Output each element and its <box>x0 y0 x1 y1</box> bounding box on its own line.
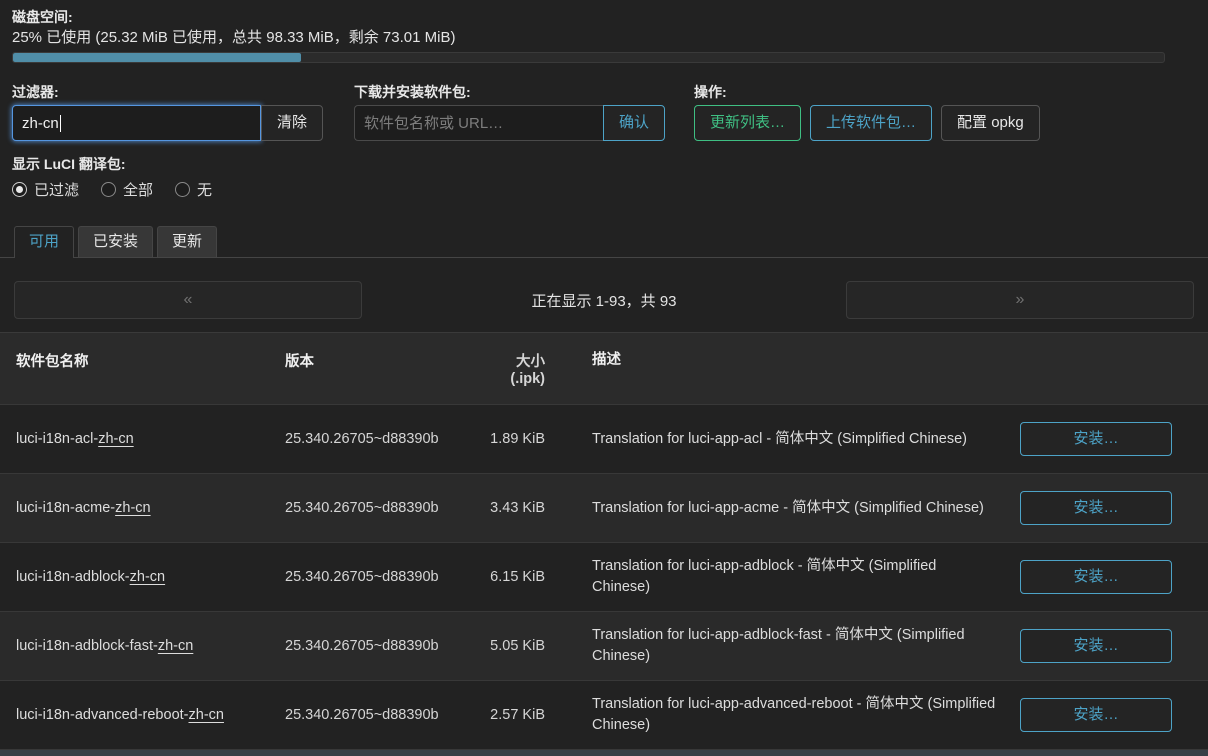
update-lists-button[interactable]: 更新列表… <box>694 105 801 141</box>
package-description: Translation for luci-app-adblock-fast - … <box>561 625 1020 667</box>
tab-available[interactable]: 可用 <box>14 226 74 258</box>
radio-none[interactable]: 无 <box>175 179 212 200</box>
next-page-button[interactable]: » <box>846 281 1194 319</box>
filter-match: zh-cn <box>98 431 133 447</box>
package-name: luci-i18n-adblock-fast-zh-cn <box>16 638 285 654</box>
package-version: 25.340.26705~d88390b <box>285 569 465 585</box>
radio-filtered[interactable]: 已过滤 <box>12 179 79 200</box>
header-description: 描述 <box>561 350 1020 371</box>
package-size: 1.89 KiB <box>465 431 561 447</box>
package-name: luci-i18n-adblock-zh-cn <box>16 569 285 585</box>
translation-filter-section: 显示 LuCI 翻译包: 已过滤 全部 无 <box>12 154 1208 200</box>
upload-package-button[interactable]: 上传软件包… <box>810 105 932 141</box>
table-row: luci-i18n-advanced-reboot-zh-cn 25.340.2… <box>0 681 1208 750</box>
controls-row: 过滤器: zh-cn 清除 下载并安装软件包: 确认 操作: 更新列表… 上传软… <box>0 82 1208 141</box>
package-size: 2.57 KiB <box>465 707 561 723</box>
actions-group: 操作: 更新列表… 上传软件包… 配置 opkg <box>694 82 1049 141</box>
package-name: luci-i18n-acl-zh-cn <box>16 431 285 447</box>
table-row: luci-i18n-adblock-zh-cn 25.340.26705~d88… <box>0 543 1208 612</box>
package-description: Translation for luci-app-advanced-reboot… <box>561 694 1020 736</box>
package-name: luci-i18n-advanced-reboot-zh-cn <box>16 707 285 723</box>
filter-input[interactable]: zh-cn <box>12 105 261 141</box>
translation-filter-options: 已过滤 全部 无 <box>12 179 1208 200</box>
download-group: 下载并安装软件包: 确认 <box>354 82 665 141</box>
table-header: 软件包名称 版本 大小 (.ipk) 描述 <box>0 333 1208 405</box>
filter-group: 过滤器: zh-cn 清除 <box>12 82 323 141</box>
package-description: Translation for luci-app-acme - 简体中文 (Si… <box>561 498 1020 519</box>
package-table: 软件包名称 版本 大小 (.ipk) 描述 luci-i18n-acl-zh-c… <box>0 332 1208 756</box>
filter-match: zh-cn <box>115 500 150 516</box>
disk-space-section: 磁盘空间: 25% 已使用 (25.32 MiB 已使用，总共 98.33 Mi… <box>0 0 1208 63</box>
radio-icon <box>12 182 27 197</box>
package-url-input[interactable] <box>354 105 603 141</box>
header-size: 大小 (.ipk) <box>465 350 561 387</box>
disk-usage-text: 25% 已使用 (25.32 MiB 已使用，总共 98.33 MiB，剩余 7… <box>12 27 1208 49</box>
package-version: 25.340.26705~d88390b <box>285 431 465 447</box>
package-version: 25.340.26705~d88390b <box>285 500 465 516</box>
package-version: 25.340.26705~d88390b <box>285 638 465 654</box>
disk-progress-bar <box>12 52 1165 63</box>
filter-match: zh-cn <box>189 707 224 723</box>
clear-filter-button[interactable]: 清除 <box>261 105 323 141</box>
tab-installed[interactable]: 已安装 <box>78 226 153 257</box>
package-description: Translation for luci-app-adblock - 简体中文 … <box>561 556 1020 598</box>
package-version: 25.340.26705~d88390b <box>285 707 465 723</box>
package-size: 5.05 KiB <box>465 638 561 654</box>
download-label: 下载并安装软件包: <box>354 82 665 102</box>
table-row: luci-i18n-acl-zh-cn 25.340.26705~d88390b… <box>0 405 1208 474</box>
radio-icon <box>175 182 190 197</box>
radio-all[interactable]: 全部 <box>101 179 153 200</box>
install-button[interactable]: 安装… <box>1020 560 1172 594</box>
filter-match: zh-cn <box>130 569 165 585</box>
package-name: luci-i18n-acme-zh-cn <box>16 500 285 516</box>
radio-label: 已过滤 <box>34 179 79 200</box>
tab-bar: 可用 已安装 更新 <box>0 225 1208 258</box>
filter-input-value: zh-cn <box>22 115 59 132</box>
actions-label: 操作: <box>694 82 1049 102</box>
text-caret <box>60 115 61 132</box>
package-size: 3.43 KiB <box>465 500 561 516</box>
disk-progress-fill <box>13 53 301 62</box>
install-button[interactable]: 安装… <box>1020 698 1172 732</box>
table-row-partial[interactable] <box>0 750 1208 756</box>
ok-button[interactable]: 确认 <box>603 105 665 141</box>
install-button[interactable]: 安装… <box>1020 491 1172 525</box>
translation-filter-label: 显示 LuCI 翻译包: <box>12 154 1208 174</box>
pagination-status: 正在显示 1-93，共 93 <box>362 290 846 311</box>
pagination: « 正在显示 1-93，共 93 » <box>14 281 1194 319</box>
prev-page-button[interactable]: « <box>14 281 362 319</box>
configure-opkg-button[interactable]: 配置 opkg <box>941 105 1040 141</box>
table-row: luci-i18n-adblock-fast-zh-cn 25.340.2670… <box>0 612 1208 681</box>
radio-label: 无 <box>197 179 212 200</box>
install-button[interactable]: 安装… <box>1020 422 1172 456</box>
table-row: luci-i18n-acme-zh-cn 25.340.26705~d88390… <box>0 474 1208 543</box>
install-button[interactable]: 安装… <box>1020 629 1172 663</box>
package-size: 6.15 KiB <box>465 569 561 585</box>
header-version: 版本 <box>285 350 465 371</box>
header-package-name: 软件包名称 <box>16 350 285 371</box>
radio-label: 全部 <box>123 179 153 200</box>
filter-label: 过滤器: <box>12 82 323 102</box>
radio-icon <box>101 182 116 197</box>
disk-space-label: 磁盘空间: <box>12 7 1208 27</box>
tab-updates[interactable]: 更新 <box>157 226 217 257</box>
filter-match: zh-cn <box>158 638 193 654</box>
package-description: Translation for luci-app-acl - 简体中文 (Sim… <box>561 429 1020 450</box>
